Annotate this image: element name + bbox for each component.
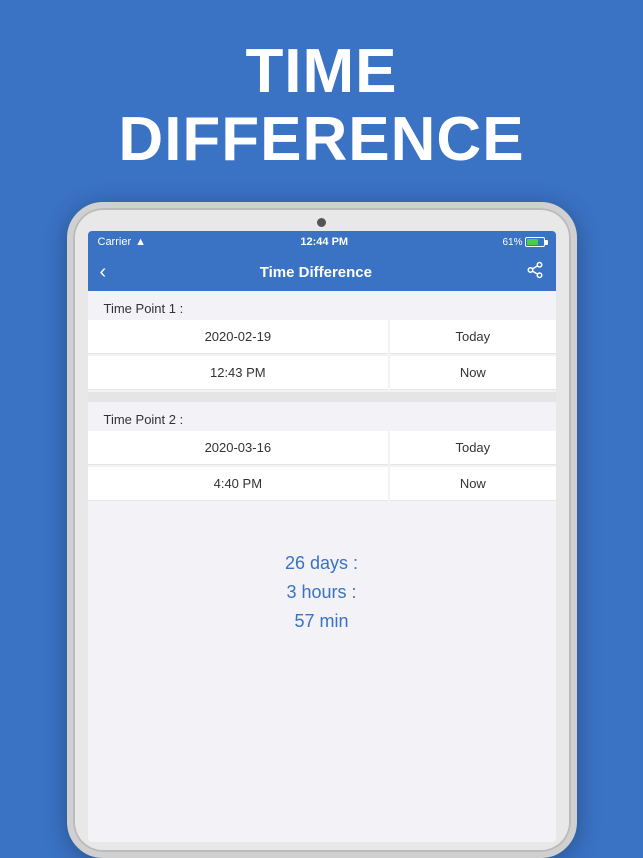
time-point-2-date[interactable]: 2020-03-16 (88, 431, 389, 465)
tablet-camera (317, 218, 326, 227)
time-point-1-label: Time Point 1 : (88, 291, 556, 320)
status-bar: Carrier ▲ 12:44 PM 61% (88, 231, 556, 253)
nav-bar: ‹ Time Difference (88, 253, 556, 291)
battery-fill (527, 239, 538, 245)
separator-1 (88, 392, 556, 402)
app-content: Time Point 1 : 2020-02-19 Today 12:43 PM… (88, 291, 556, 842)
page-title: TIME DIFFERENCE (118, 0, 524, 202)
time-point-1-now-btn[interactable]: Now (390, 356, 555, 390)
wifi-icon: ▲ (135, 236, 146, 248)
result-minutes: 57 min (294, 611, 348, 632)
status-carrier: Carrier ▲ (98, 236, 147, 248)
tablet-device: Carrier ▲ 12:44 PM 61% ‹ Time Difference (67, 202, 577, 858)
time-point-1-date-row: 2020-02-19 Today (88, 320, 556, 354)
time-point-2-label: Time Point 2 : (88, 402, 556, 431)
time-point-2-date-row: 2020-03-16 Today (88, 431, 556, 465)
time-point-1-time-row: 12:43 PM Now (88, 356, 556, 390)
time-point-1-date[interactable]: 2020-02-19 (88, 320, 389, 354)
status-time: 12:44 PM (300, 236, 348, 248)
time-point-1-today-btn[interactable]: Today (390, 320, 555, 354)
battery-icon (525, 237, 545, 247)
status-battery: 61% (502, 237, 545, 248)
time-point-2-time[interactable]: 4:40 PM (88, 467, 389, 501)
result-hours: 3 hours : (286, 582, 356, 603)
share-button[interactable] (526, 261, 544, 284)
back-button[interactable]: ‹ (100, 261, 107, 284)
time-point-2-today-btn[interactable]: Today (390, 431, 555, 465)
tablet-screen: Carrier ▲ 12:44 PM 61% ‹ Time Difference (88, 231, 556, 842)
result-days: 26 days : (285, 553, 358, 574)
time-point-1-time[interactable]: 12:43 PM (88, 356, 389, 390)
time-point-2-time-row: 4:40 PM Now (88, 467, 556, 501)
result-area: 26 days : 3 hours : 57 min (88, 503, 556, 652)
nav-title: Time Difference (260, 264, 372, 281)
time-point-2-now-btn[interactable]: Now (390, 467, 555, 501)
